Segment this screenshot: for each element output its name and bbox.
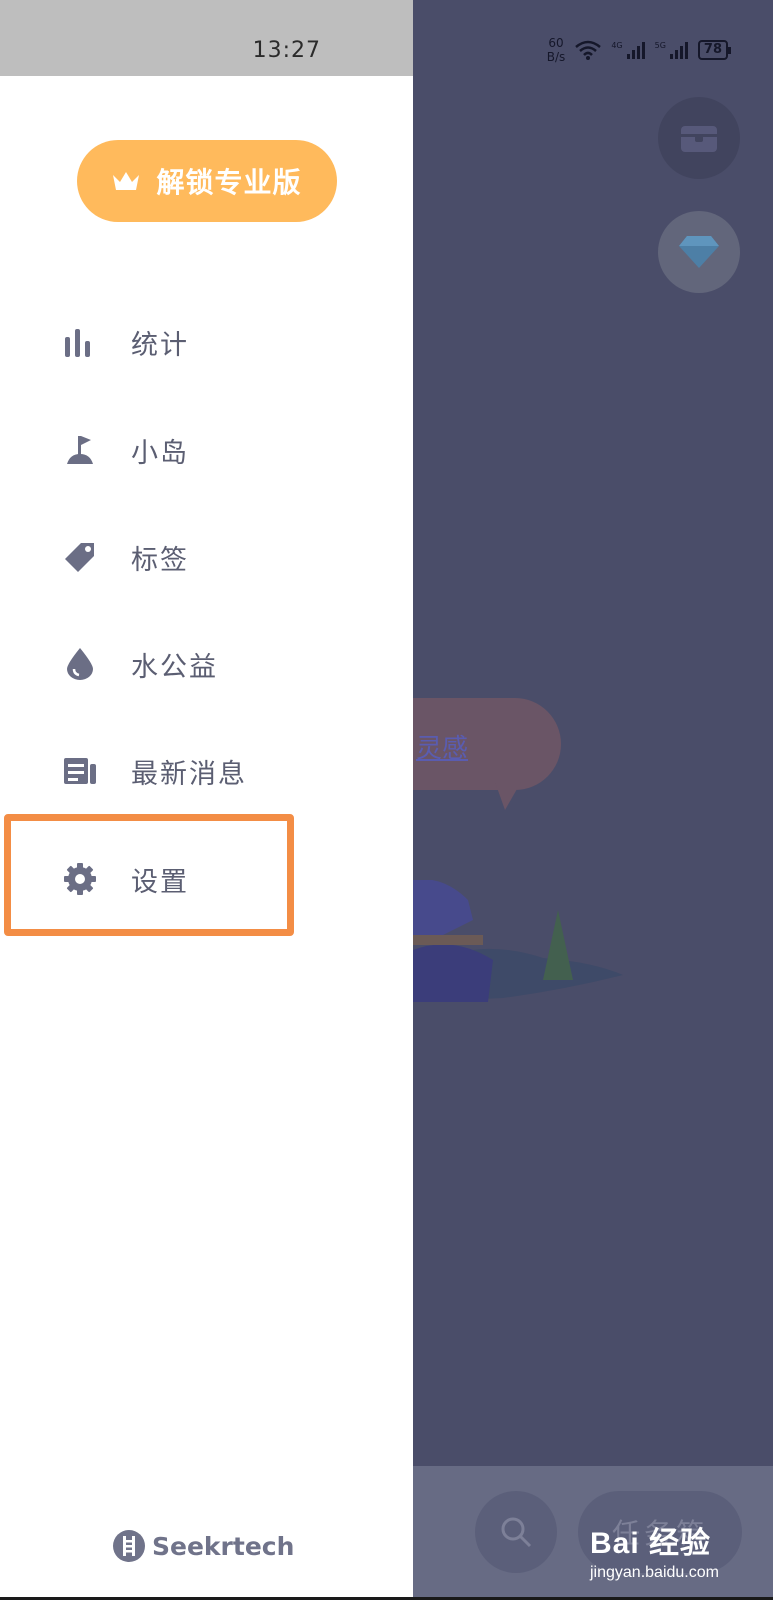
crown-icon <box>113 172 140 190</box>
menu-item-stats[interactable]: 统计 <box>0 302 413 382</box>
news-icon <box>62 753 98 789</box>
signal-5g-icon: 5G <box>655 41 688 59</box>
watermark: Bai 经验 jingyan.baidu.com <box>590 1518 719 1582</box>
seekrtech-brand: Seekrtech <box>152 1531 295 1561</box>
unlock-pro-label: 解锁专业版 <box>156 166 302 199</box>
menu-item-water[interactable]: 水公益 <box>0 624 413 704</box>
status-bar-right: 60 B/s 4G 5G 78 <box>413 0 773 76</box>
signal-4g-icon: 4G <box>611 41 645 59</box>
hint-bubble-text[interactable]: 灵感 <box>416 728 468 765</box>
seekrtech-logo: Seekrtech <box>112 1529 294 1563</box>
menu-item-island[interactable]: 小岛 <box>0 410 413 490</box>
tag-icon <box>62 539 98 575</box>
menu-item-label: 统计 <box>131 329 189 361</box>
water-drop-icon <box>62 646 98 682</box>
status-bar-left: 13:27 <box>0 0 413 76</box>
island-illustration <box>413 880 623 1002</box>
menu-item-label: 最新消息 <box>131 758 247 790</box>
search-button[interactable] <box>475 1491 557 1573</box>
seekrtech-logo-icon <box>113 1530 145 1562</box>
island-flag-icon <box>62 432 98 468</box>
gem-button[interactable] <box>658 211 740 293</box>
hint-bubble-tail <box>495 782 521 810</box>
diamond-icon <box>679 236 719 268</box>
net-speed: 60 B/s <box>546 36 566 64</box>
menu-item-label: 标签 <box>131 544 189 576</box>
unlock-pro-button[interactable]: 解锁专业版 <box>77 140 337 222</box>
navigation-drawer: 13:27 解锁专业版 统计 小岛 标签 水公益 最新消息 设置 Seekrte… <box>0 0 413 1597</box>
menu-item-tags[interactable]: 标签 <box>0 517 413 597</box>
wifi-icon <box>575 40 602 60</box>
status-time: 13:27 <box>252 38 321 63</box>
watermark-brand: Bai 经验 <box>590 1527 712 1560</box>
bar-chart-icon <box>62 324 98 360</box>
settings-highlight-box <box>4 814 294 936</box>
menu-item-label: 水公益 <box>131 651 218 683</box>
chest-button[interactable] <box>658 97 740 179</box>
search-icon <box>501 1517 532 1548</box>
menu-item-news[interactable]: 最新消息 <box>0 731 413 811</box>
menu-item-label: 小岛 <box>131 437 189 469</box>
battery-icon: 78 <box>697 40 732 60</box>
status-icons: 60 B/s 4G 5G 78 <box>546 36 732 64</box>
watermark-url: jingyan.baidu.com <box>590 1564 719 1581</box>
chest-icon <box>681 126 717 152</box>
